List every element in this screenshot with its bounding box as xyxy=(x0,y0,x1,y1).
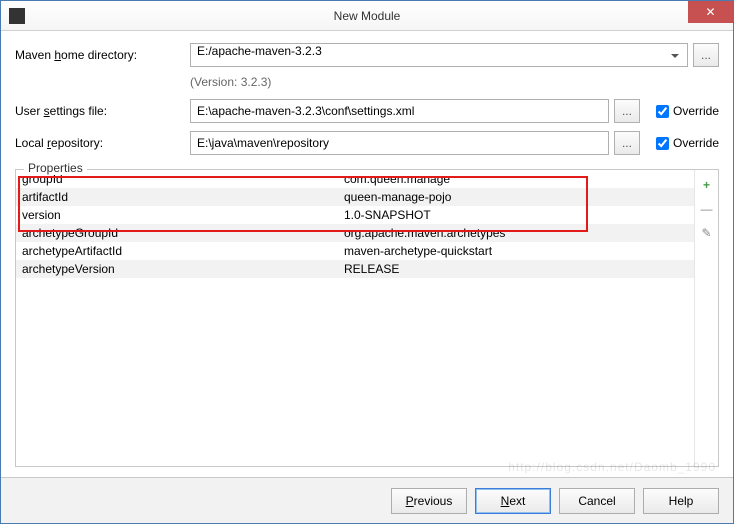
local-repo-row: Local repository: ... Override xyxy=(15,131,719,155)
property-value: 1.0-SNAPSHOT xyxy=(344,208,694,222)
ellipsis-icon: ... xyxy=(622,136,632,150)
titlebar: New Module ✕ xyxy=(1,1,733,31)
plus-icon: + xyxy=(703,178,710,192)
button-bar: Previous Next Cancel Help xyxy=(1,477,733,523)
previous-button[interactable]: Previous xyxy=(391,488,467,514)
table-row[interactable]: artifactIdqueen-manage-pojo xyxy=(16,188,694,206)
property-value: RELEASE xyxy=(344,262,694,276)
property-value: org.apache.maven.archetypes xyxy=(344,226,694,240)
maven-home-label: Maven home directory: xyxy=(15,48,190,62)
maven-home-browse-button[interactable]: ... xyxy=(693,43,719,67)
local-repo-override-checkbox[interactable] xyxy=(656,137,669,150)
properties-group: Properties groupIdcom.queen.manageartifa… xyxy=(15,169,719,467)
pencil-icon: ✎ xyxy=(701,226,711,240)
table-row[interactable]: archetypeArtifactIdmaven-archetype-quick… xyxy=(16,242,694,260)
properties-toolbar: + — ✎ xyxy=(694,170,718,466)
property-key: archetypeVersion xyxy=(22,262,344,276)
maven-home-value: E:/apache-maven-3.2.3 xyxy=(197,44,322,58)
override-label: Override xyxy=(673,104,719,118)
edit-property-button[interactable]: ✎ xyxy=(698,224,716,242)
app-icon xyxy=(9,8,25,24)
user-settings-input[interactable] xyxy=(190,99,609,123)
local-repo-input[interactable] xyxy=(190,131,609,155)
local-repo-label: Local repository: xyxy=(15,136,190,150)
property-key: archetypeArtifactId xyxy=(22,244,344,258)
table-row[interactable]: version1.0-SNAPSHOT xyxy=(16,206,694,224)
user-settings-override[interactable]: Override xyxy=(652,102,719,121)
add-property-button[interactable]: + xyxy=(698,176,716,194)
ellipsis-icon: ... xyxy=(622,104,632,118)
properties-table[interactable]: groupIdcom.queen.manageartifactIdqueen-m… xyxy=(16,170,694,466)
table-row[interactable]: archetypeGroupIdorg.apache.maven.archety… xyxy=(16,224,694,242)
properties-legend: Properties xyxy=(24,161,87,175)
property-key: version xyxy=(22,208,344,222)
user-settings-label: User settings file: xyxy=(15,104,190,118)
close-button[interactable]: ✕ xyxy=(688,1,733,23)
maven-home-combo[interactable]: E:/apache-maven-3.2.3 xyxy=(190,43,688,67)
ellipsis-icon: ... xyxy=(701,48,711,62)
minus-icon: — xyxy=(701,202,713,216)
property-value: com.queen.manage xyxy=(344,172,694,186)
table-row[interactable]: groupIdcom.queen.manage xyxy=(16,170,694,188)
user-settings-row: User settings file: ... Override xyxy=(15,99,719,123)
cancel-button[interactable]: Cancel xyxy=(559,488,635,514)
help-button[interactable]: Help xyxy=(643,488,719,514)
user-settings-browse-button[interactable]: ... xyxy=(614,99,640,123)
user-settings-override-checkbox[interactable] xyxy=(656,105,669,118)
property-key: artifactId xyxy=(22,190,344,204)
property-key: archetypeGroupId xyxy=(22,226,344,240)
maven-version-text: (Version: 3.2.3) xyxy=(190,75,719,89)
maven-home-row: Maven home directory: E:/apache-maven-3.… xyxy=(15,43,719,67)
local-repo-override[interactable]: Override xyxy=(652,134,719,153)
content-area: Maven home directory: E:/apache-maven-3.… xyxy=(1,31,733,477)
window-title: New Module xyxy=(334,9,401,23)
local-repo-browse-button[interactable]: ... xyxy=(614,131,640,155)
table-row[interactable]: archetypeVersionRELEASE xyxy=(16,260,694,278)
override-label: Override xyxy=(673,136,719,150)
next-button[interactable]: Next xyxy=(475,488,551,514)
property-value: queen-manage-pojo xyxy=(344,190,694,204)
remove-property-button[interactable]: — xyxy=(698,200,716,218)
close-icon: ✕ xyxy=(705,5,715,19)
property-value: maven-archetype-quickstart xyxy=(344,244,694,258)
new-module-dialog: New Module ✕ Maven home directory: E:/ap… xyxy=(0,0,734,524)
